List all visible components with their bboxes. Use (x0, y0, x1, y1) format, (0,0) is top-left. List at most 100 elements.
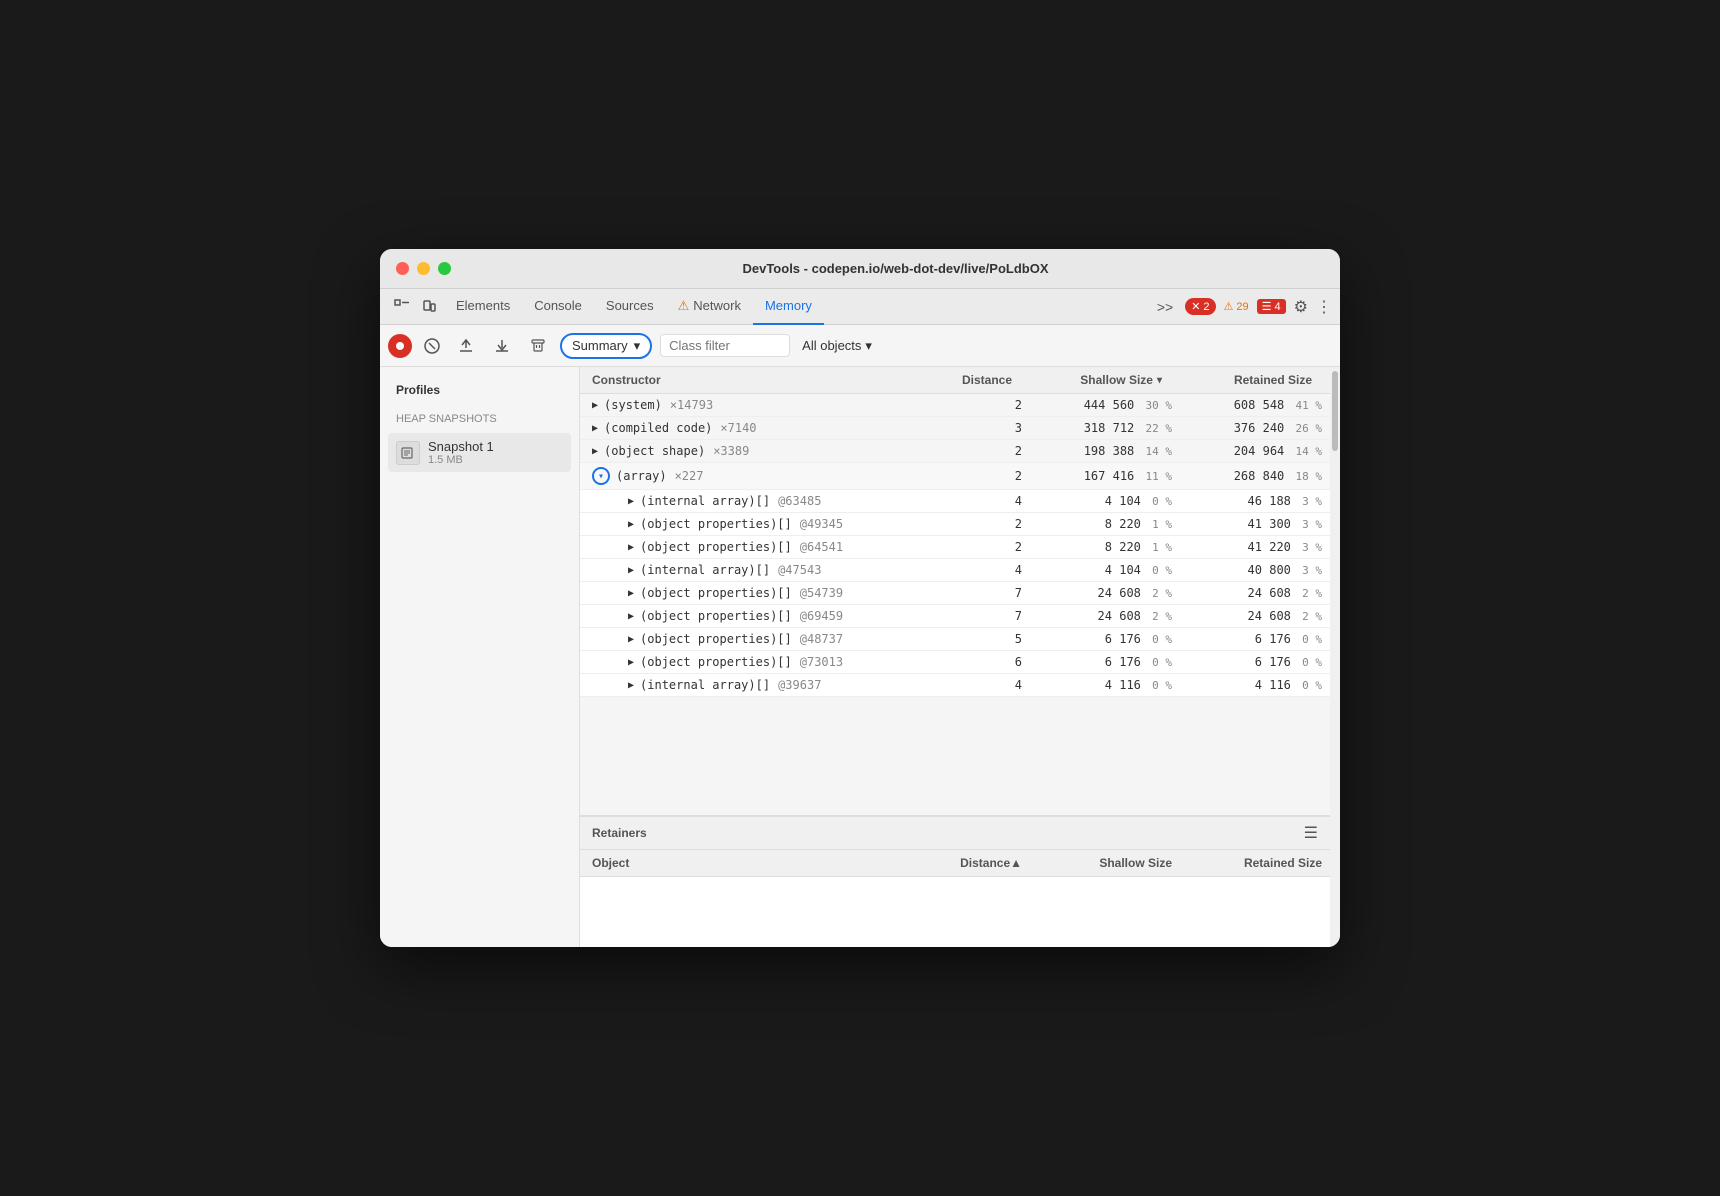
expand-arrow-icon[interactable]: ▾ (592, 467, 610, 485)
row-shallow-size: 198 388 14 % (1030, 440, 1180, 462)
constructor-count: ×227 (675, 469, 704, 483)
minimize-button[interactable] (417, 262, 430, 275)
row-retained-size: 41 300 3 % (1180, 513, 1330, 535)
retainers-retained-header[interactable]: Retained Size (1180, 850, 1330, 876)
network-warning-icon: ⚠ (678, 298, 690, 314)
retainers-panel: Retainers ☰ Object Distance▲ Shallow Siz… (580, 815, 1330, 947)
constructor-name: (internal array)[] (640, 494, 770, 508)
row-retained-size: 24 608 2 % (1180, 605, 1330, 627)
table-row[interactable]: ▶ (compiled code) ×7140 3 318 712 22 % 3… (580, 417, 1330, 440)
table-row[interactable]: ▶ (object properties)[] @64541 2 8 220 1… (580, 536, 1330, 559)
retainers-shallow-header[interactable]: Shallow Size (1030, 850, 1180, 876)
row-retained-size: 376 240 26 % (1180, 417, 1330, 439)
constructor-name: (system) (604, 398, 662, 412)
window-title: DevTools - codepen.io/web-dot-dev/live/P… (467, 261, 1324, 276)
row-retained-size: 24 608 2 % (1180, 582, 1330, 604)
row-constructor: ▶ (internal array)[] @47543 (596, 559, 950, 581)
tab-network[interactable]: ⚠ Network (666, 289, 753, 325)
row-shallow-size: 318 712 22 % (1030, 417, 1180, 439)
expand-arrow-icon[interactable]: ▶ (628, 588, 634, 599)
table-row[interactable]: ▶ (object shape) ×3389 2 198 388 14 % 20… (580, 440, 1330, 463)
expand-arrow-icon[interactable]: ▶ (592, 446, 598, 457)
expand-arrow-icon[interactable]: ▶ (628, 611, 634, 622)
record-button[interactable] (388, 334, 412, 358)
more-options-icon[interactable]: ⋮ (1316, 297, 1332, 317)
expand-arrow-icon[interactable]: ▶ (628, 542, 634, 553)
retainers-menu-icon[interactable]: ☰ (1304, 823, 1318, 843)
table-row[interactable]: ▶ (object properties)[] @49345 2 8 220 1… (580, 513, 1330, 536)
expand-arrow-icon[interactable]: ▶ (628, 680, 634, 691)
row-constructor: ▶ (object shape) ×3389 (580, 440, 950, 462)
row-constructor: ▶ (object properties)[] @54739 (596, 582, 950, 604)
row-retained-size: 4 116 0 % (1180, 674, 1330, 696)
more-tabs-button[interactable]: >> (1153, 299, 1177, 315)
row-retained-size: 6 176 0 % (1180, 628, 1330, 650)
table-row[interactable]: ▶ (object properties)[] @54739 7 24 608 … (580, 582, 1330, 605)
clear-button[interactable] (420, 334, 444, 358)
shallow-size-header[interactable]: Shallow Size ▾ (1020, 367, 1170, 393)
class-filter-input[interactable] (660, 334, 790, 357)
expand-arrow-icon[interactable]: ▶ (628, 657, 634, 668)
collect-garbage-icon[interactable] (524, 332, 552, 360)
traffic-lights (396, 262, 451, 275)
expand-arrow-icon[interactable]: ▶ (628, 565, 634, 576)
constructor-name: (internal array)[] (640, 563, 770, 577)
row-shallow-size: 4 104 0 % (1030, 490, 1180, 512)
tab-sources[interactable]: Sources (594, 289, 666, 325)
retained-size-header[interactable]: Retained Size (1170, 367, 1320, 393)
row-shallow-size: 24 608 2 % (1030, 605, 1180, 627)
constructor-name: (object properties)[] (640, 517, 792, 531)
maximize-button[interactable] (438, 262, 451, 275)
table-row[interactable]: ▶ (object properties)[] @48737 5 6 176 0… (580, 628, 1330, 651)
constructor-count: @64541 (800, 540, 843, 554)
table-row[interactable]: ▾ (array) ×227 2 167 416 11 % 268 840 18… (580, 463, 1330, 490)
vertical-scrollbar[interactable] (1330, 367, 1340, 947)
dropdown-arrow-icon: ▾ (634, 338, 641, 354)
close-button[interactable] (396, 262, 409, 275)
devtools-window: DevTools - codepen.io/web-dot-dev/live/P… (380, 249, 1340, 947)
row-distance: 2 (950, 513, 1030, 535)
row-distance: 7 (950, 605, 1030, 627)
table-row[interactable]: ▶ (object properties)[] @69459 7 24 608 … (580, 605, 1330, 628)
expand-arrow-icon[interactable]: ▶ (592, 400, 598, 411)
settings-icon[interactable]: ⚙ (1294, 297, 1308, 317)
row-distance: 2 (950, 440, 1030, 462)
heap-table: Constructor Distance Shallow Size ▾ Reta… (580, 367, 1330, 815)
constructor-name: (internal array)[] (640, 678, 770, 692)
row-shallow-size: 8 220 1 % (1030, 513, 1180, 535)
constructor-count: @54739 (800, 586, 843, 600)
tab-memory[interactable]: Memory (753, 289, 824, 325)
tab-elements[interactable]: Elements (444, 289, 522, 325)
expand-arrow-icon[interactable]: ▶ (592, 423, 598, 434)
expand-arrow-icon[interactable]: ▶ (628, 519, 634, 530)
constructor-header[interactable]: Constructor (580, 367, 940, 393)
row-distance: 3 (950, 417, 1030, 439)
distance-header[interactable]: Distance (940, 367, 1020, 393)
retainers-distance-header[interactable]: Distance▲ (950, 850, 1030, 876)
element-picker-icon[interactable] (388, 293, 416, 321)
table-row[interactable]: ▶ (system) ×14793 2 444 560 30 % 608 548… (580, 394, 1330, 417)
tab-bar: Elements Console Sources ⚠ Network Memor… (380, 289, 1340, 325)
table-row[interactable]: ▶ (internal array)[] @47543 4 4 104 0 % … (580, 559, 1330, 582)
export-icon[interactable] (452, 332, 480, 360)
import-icon[interactable] (488, 332, 516, 360)
table-row[interactable]: ▶ (object properties)[] @73013 6 6 176 0… (580, 651, 1330, 674)
table-row[interactable]: ▶ (internal array)[] @39637 4 4 116 0 % … (580, 674, 1330, 697)
snapshot-item[interactable]: Snapshot 1 1.5 MB (388, 433, 571, 472)
warning-badge: ⚠ 29 (1224, 300, 1249, 313)
device-toolbar-icon[interactable] (416, 293, 444, 321)
constructor-count: @39637 (778, 678, 821, 692)
constructor-name: (object properties)[] (640, 586, 792, 600)
table-row[interactable]: ▶ (internal array)[] @63485 4 4 104 0 % … (580, 490, 1330, 513)
summary-dropdown[interactable]: Summary ▾ (560, 333, 652, 359)
expand-arrow-icon[interactable]: ▶ (628, 496, 634, 507)
row-distance: 2 (950, 465, 1030, 487)
all-objects-dropdown[interactable]: All objects ▾ (802, 338, 872, 354)
subtoolbar: Summary ▾ All objects ▾ (380, 325, 1340, 367)
constructor-count: ×14793 (670, 398, 713, 412)
row-shallow-size: 167 416 11 % (1030, 465, 1180, 487)
expand-arrow-icon[interactable]: ▶ (628, 634, 634, 645)
scrollbar-thumb[interactable] (1332, 371, 1338, 451)
retainers-object-header[interactable]: Object (580, 850, 950, 876)
tab-console[interactable]: Console (522, 289, 594, 325)
